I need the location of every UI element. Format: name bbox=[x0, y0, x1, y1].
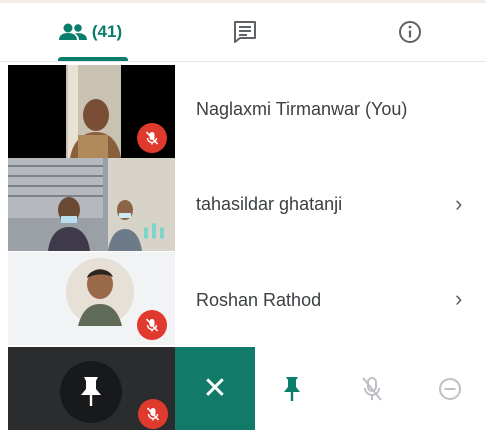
participant-row[interactable]: Roshan Rathod › bbox=[0, 252, 486, 345]
participant-name: Naglaxmi Tirmanwar (You) bbox=[196, 99, 408, 119]
mic-off-icon bbox=[362, 376, 382, 401]
remove-icon bbox=[439, 377, 461, 400]
remove-button[interactable] bbox=[420, 347, 480, 430]
tab-bar: (41) bbox=[0, 3, 486, 61]
info-icon bbox=[399, 21, 421, 43]
people-count: (41) bbox=[91, 22, 123, 41]
tab-divider bbox=[0, 61, 486, 62]
pin-icon bbox=[81, 377, 101, 406]
mic-off-icon bbox=[137, 123, 167, 153]
chevron-right-icon[interactable]: › bbox=[455, 191, 462, 217]
pin-avatar bbox=[60, 361, 122, 423]
pin-button[interactable] bbox=[262, 347, 322, 430]
chat-icon bbox=[234, 21, 256, 43]
mic-off-icon bbox=[137, 310, 167, 340]
tab-people[interactable]: (41) bbox=[40, 3, 140, 61]
participant-name: Roshan Rathod bbox=[196, 290, 322, 310]
people-icon bbox=[58, 23, 87, 40]
close-button[interactable]: ✕ bbox=[175, 347, 255, 430]
mic-off-icon bbox=[138, 399, 168, 429]
speaking-indicator-icon bbox=[140, 221, 170, 241]
participant-name: tahasildar ghatanji bbox=[196, 194, 343, 214]
tab-info[interactable] bbox=[370, 3, 450, 61]
close-icon: ✕ bbox=[202, 372, 228, 405]
chevron-right-icon[interactable]: › bbox=[455, 286, 462, 312]
tab-chat[interactable] bbox=[205, 3, 285, 61]
mute-button[interactable] bbox=[342, 347, 402, 430]
participant-action-bar: ✕ bbox=[0, 347, 486, 430]
pinned-self-tile bbox=[8, 347, 175, 430]
participant-row[interactable]: tahasildar ghatanji › bbox=[0, 158, 486, 251]
pin-icon bbox=[284, 376, 300, 401]
participant-row-self[interactable]: Naglaxmi Tirmanwar (You) bbox=[0, 65, 486, 158]
